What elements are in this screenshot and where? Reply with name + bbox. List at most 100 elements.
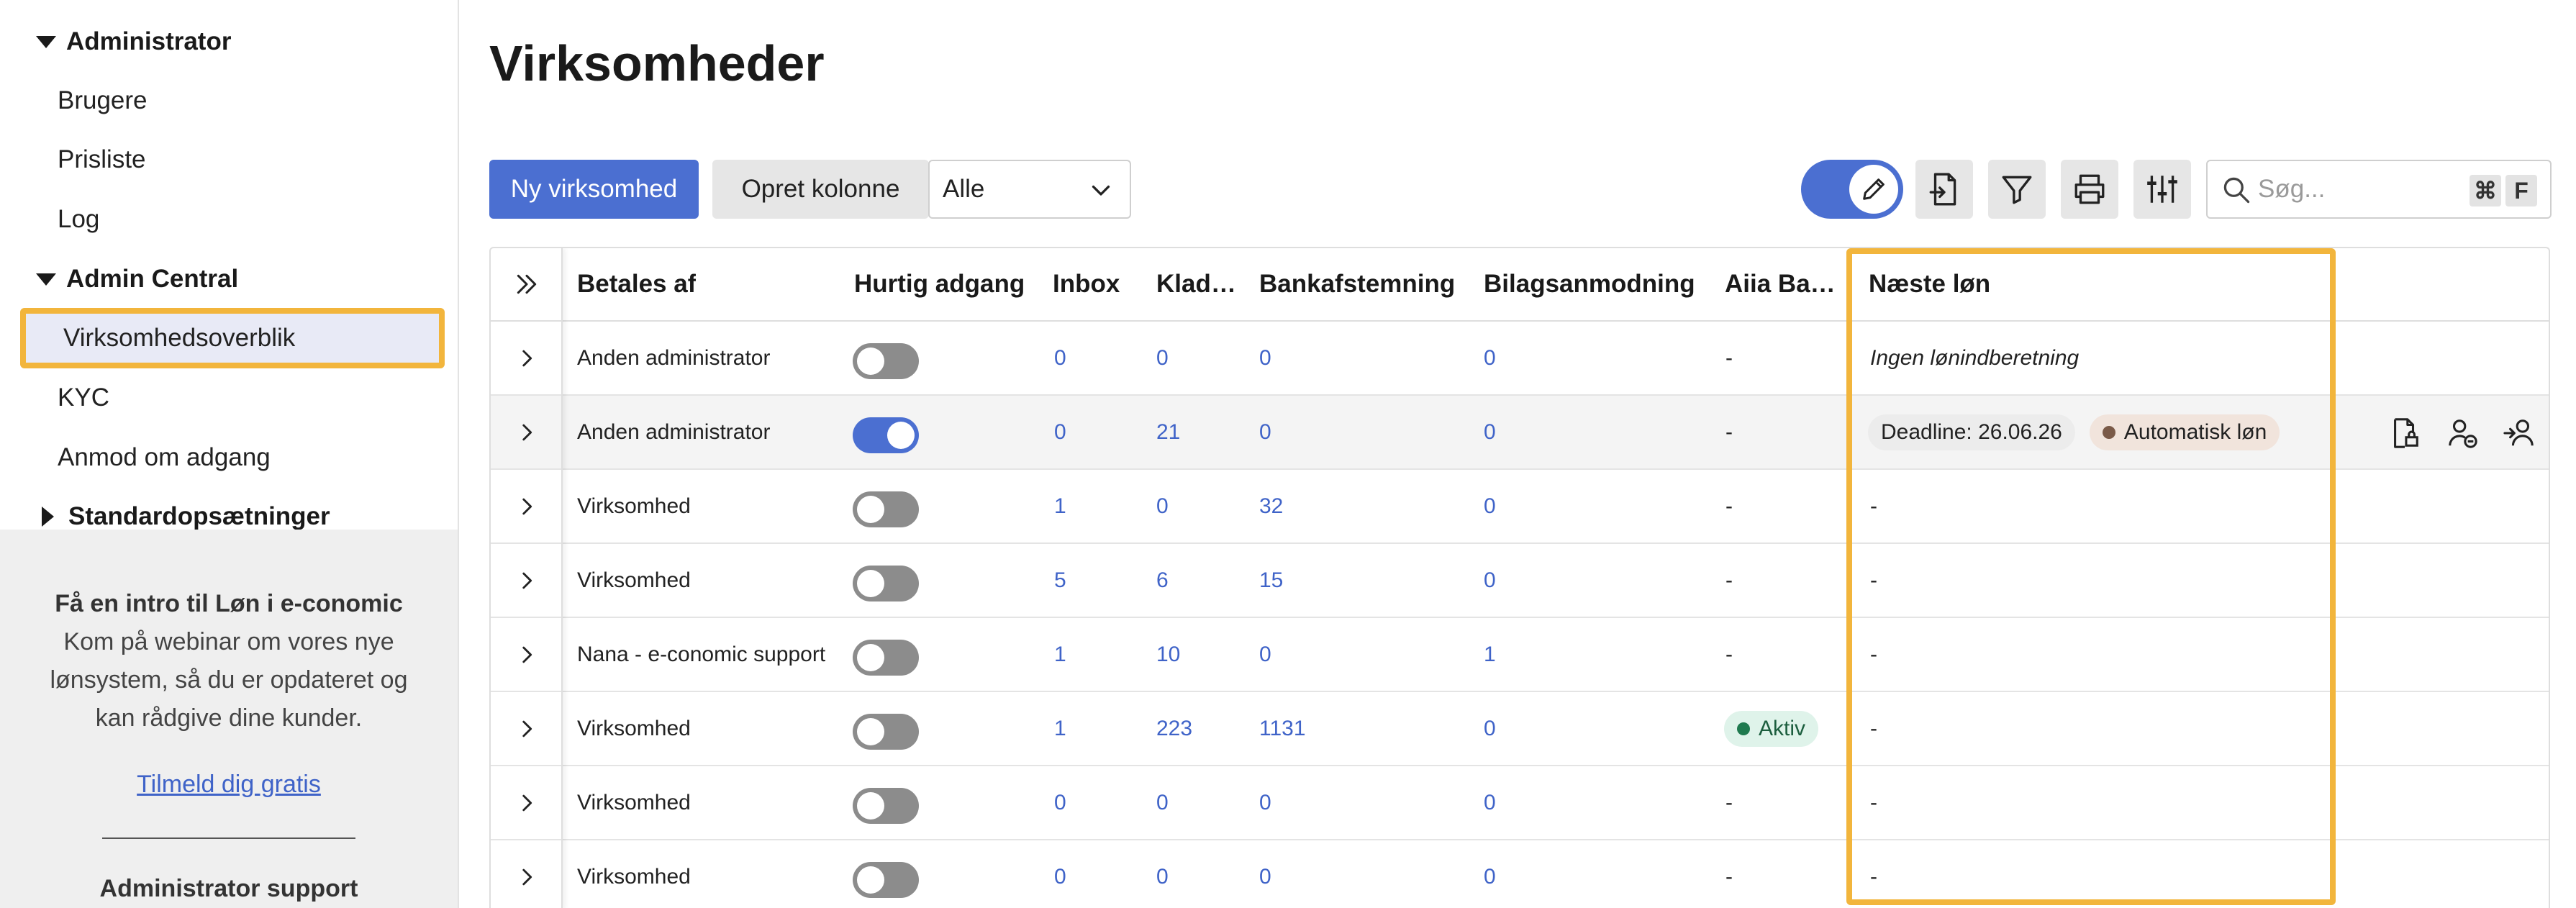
quick-access-toggle[interactable] xyxy=(853,640,919,676)
row-expand-button[interactable] xyxy=(491,322,563,394)
row-expand-button[interactable] xyxy=(491,840,563,908)
cell-inbox[interactable]: 1 xyxy=(1054,692,1066,765)
sidebar-item-brugere[interactable]: Brugere xyxy=(58,79,148,122)
cell-kladde[interactable]: 21 xyxy=(1156,396,1180,468)
cell-inbox[interactable]: 0 xyxy=(1054,396,1066,468)
create-column-button[interactable]: Opret kolonne xyxy=(712,160,929,219)
table-row[interactable]: Anden administrator 0 21 0 0 - Deadline: 26.06… xyxy=(491,396,2549,470)
sidebar-section-admin-central[interactable]: Admin Central xyxy=(36,258,238,301)
promo-signup-link[interactable]: Tilmeld dig gratis xyxy=(0,771,458,799)
column-settings-button[interactable] xyxy=(2133,160,2191,219)
table-row[interactable]: Virksomhed 5 6 15 0 - - xyxy=(491,544,2549,618)
toggle-knob xyxy=(857,644,884,671)
quick-access-toggle[interactable] xyxy=(853,491,919,527)
sidebar-item-log[interactable]: Log xyxy=(58,198,99,241)
column-header-betales-af[interactable]: Betales af xyxy=(577,248,696,320)
cell-bankafstemning[interactable]: 1131 xyxy=(1259,692,1306,765)
status-dot-icon xyxy=(1737,722,1750,735)
column-header-inbox[interactable]: Inbox xyxy=(1053,248,1120,320)
cell-bilagsanmodning[interactable]: 0 xyxy=(1484,544,1496,617)
new-company-button[interactable]: Ny virksomhed xyxy=(489,160,699,219)
row-expand-button[interactable] xyxy=(491,544,563,617)
cell-kladde[interactable]: 6 xyxy=(1156,544,1169,617)
row-expand-button[interactable] xyxy=(491,692,563,765)
cell-bilagsanmodning[interactable]: 0 xyxy=(1484,322,1496,394)
cell-betales-af: Virksomhed xyxy=(577,790,691,814)
cell-inbox[interactable]: 0 xyxy=(1054,766,1066,839)
cell-kladde[interactable]: 0 xyxy=(1156,322,1169,394)
expand-all-button[interactable] xyxy=(491,248,563,320)
cell-bilagsanmodning[interactable]: 1 xyxy=(1484,618,1496,691)
sidebar-item-label: Virksomhedsoverblik xyxy=(63,324,296,352)
sidebar-item-virksomhedsoverblik[interactable]: Virksomhedsoverblik xyxy=(20,308,445,368)
sidebar-item-kyc[interactable]: KYC xyxy=(58,376,109,419)
table-row[interactable]: Nana - e-conomic support 1 10 0 1 - - xyxy=(491,618,2549,692)
search-input[interactable] xyxy=(2258,171,2474,207)
cell-bilagsanmodning[interactable]: 0 xyxy=(1484,396,1496,468)
export-button[interactable] xyxy=(1915,160,1973,219)
row-expand-button[interactable] xyxy=(491,470,563,542)
column-header-bankafstemning[interactable]: Bankafstemning xyxy=(1259,248,1455,320)
quick-access-toggle[interactable] xyxy=(853,714,919,750)
payroll-file-button[interactable] xyxy=(2383,412,2426,455)
cell-kladde[interactable]: 0 xyxy=(1156,840,1169,908)
sidebar-item-prisliste[interactable]: Prisliste xyxy=(58,138,146,181)
row-expand-button[interactable] xyxy=(491,618,563,691)
cell-kladde[interactable]: 0 xyxy=(1156,766,1169,839)
sidebar-section-administrator[interactable]: Administrator xyxy=(36,20,231,63)
cell-bankafstemning[interactable]: 0 xyxy=(1259,618,1271,691)
column-header-kladde[interactable]: Klad… xyxy=(1156,248,1244,320)
row-expand-button[interactable] xyxy=(491,396,563,468)
cell-inbox[interactable]: 1 xyxy=(1054,470,1066,542)
cell-bankafstemning[interactable]: 15 xyxy=(1259,544,1283,617)
edit-mode-toggle[interactable] xyxy=(1801,160,1903,219)
cell-bankafstemning[interactable]: 32 xyxy=(1259,470,1283,542)
table-row[interactable]: Virksomhed 1 223 1131 0 Aktiv - xyxy=(491,692,2549,766)
quick-access-toggle[interactable] xyxy=(853,788,919,824)
table-row[interactable]: Virksomhed 0 0 0 0 - - xyxy=(491,840,2549,908)
column-header-bilagsanmodning[interactable]: Bilagsanmodning xyxy=(1484,248,1695,320)
toggle-knob xyxy=(857,718,884,745)
quick-access-toggle[interactable] xyxy=(853,417,919,453)
table-row[interactable]: Anden administrator 0 0 0 0 - Ingen lønindbere… xyxy=(491,322,2549,396)
cell-aiia-bank: - xyxy=(1725,494,1733,518)
quick-access-toggle[interactable] xyxy=(853,862,919,898)
cell-bilagsanmodning[interactable]: 0 xyxy=(1484,766,1496,839)
cell-bilagsanmodning[interactable]: 0 xyxy=(1484,840,1496,908)
quick-access-toggle[interactable] xyxy=(853,566,919,601)
table-row[interactable]: Virksomhed 1 0 32 0 - - xyxy=(491,470,2549,544)
login-as-user-button[interactable] xyxy=(2498,412,2541,455)
remove-user-button[interactable] xyxy=(2441,412,2484,455)
row-expand-button[interactable] xyxy=(491,766,563,839)
cell-kladde[interactable]: 0 xyxy=(1156,470,1169,542)
cell-kladde[interactable]: 223 xyxy=(1156,692,1192,765)
cell-inbox[interactable]: 1 xyxy=(1054,618,1066,691)
cell-bankafstemning[interactable]: 0 xyxy=(1259,396,1271,468)
file-lock-icon xyxy=(2394,418,2418,448)
sidebar-section-label: Administrator xyxy=(66,27,232,55)
sidebar-section-standardopsaetninger[interactable]: Standardopsætninger xyxy=(36,495,330,530)
print-button[interactable] xyxy=(2061,160,2118,219)
cell-bilagsanmodning[interactable]: 0 xyxy=(1484,692,1496,765)
filter-button[interactable] xyxy=(1988,160,2046,219)
filter-select[interactable]: Alle xyxy=(928,160,1131,219)
shortcut-f-key: F xyxy=(2505,175,2537,206)
column-header-aiia-bank[interactable]: Aiia Ba… xyxy=(1725,248,1843,320)
cell-bilagsanmodning[interactable]: 0 xyxy=(1484,470,1496,542)
sliders-icon xyxy=(2147,176,2177,203)
sidebar-item-anmod-om-adgang[interactable]: Anmod om adgang xyxy=(58,436,271,479)
cell-kladde[interactable]: 10 xyxy=(1156,618,1180,691)
companies-table: Betales af Hurtig adgang Inbox Klad… Ban… xyxy=(489,247,2550,908)
cell-inbox[interactable]: 0 xyxy=(1054,840,1066,908)
table-row[interactable]: Virksomhed 0 0 0 0 - - xyxy=(491,766,2549,840)
cell-bankafstemning[interactable]: 0 xyxy=(1259,322,1271,394)
cell-inbox[interactable]: 5 xyxy=(1054,544,1066,617)
cell-bankafstemning[interactable]: 0 xyxy=(1259,840,1271,908)
cell-inbox[interactable]: 0 xyxy=(1054,322,1066,394)
quick-access-toggle[interactable] xyxy=(853,343,919,379)
column-header-hurtig-adgang[interactable]: Hurtig adgang xyxy=(854,248,1025,320)
cell-naeste-loen: - xyxy=(1870,864,1877,889)
column-header-naeste-loen[interactable]: Næste løn xyxy=(1869,248,1990,320)
cell-bankafstemning[interactable]: 0 xyxy=(1259,766,1271,839)
promo-divider xyxy=(102,837,355,839)
